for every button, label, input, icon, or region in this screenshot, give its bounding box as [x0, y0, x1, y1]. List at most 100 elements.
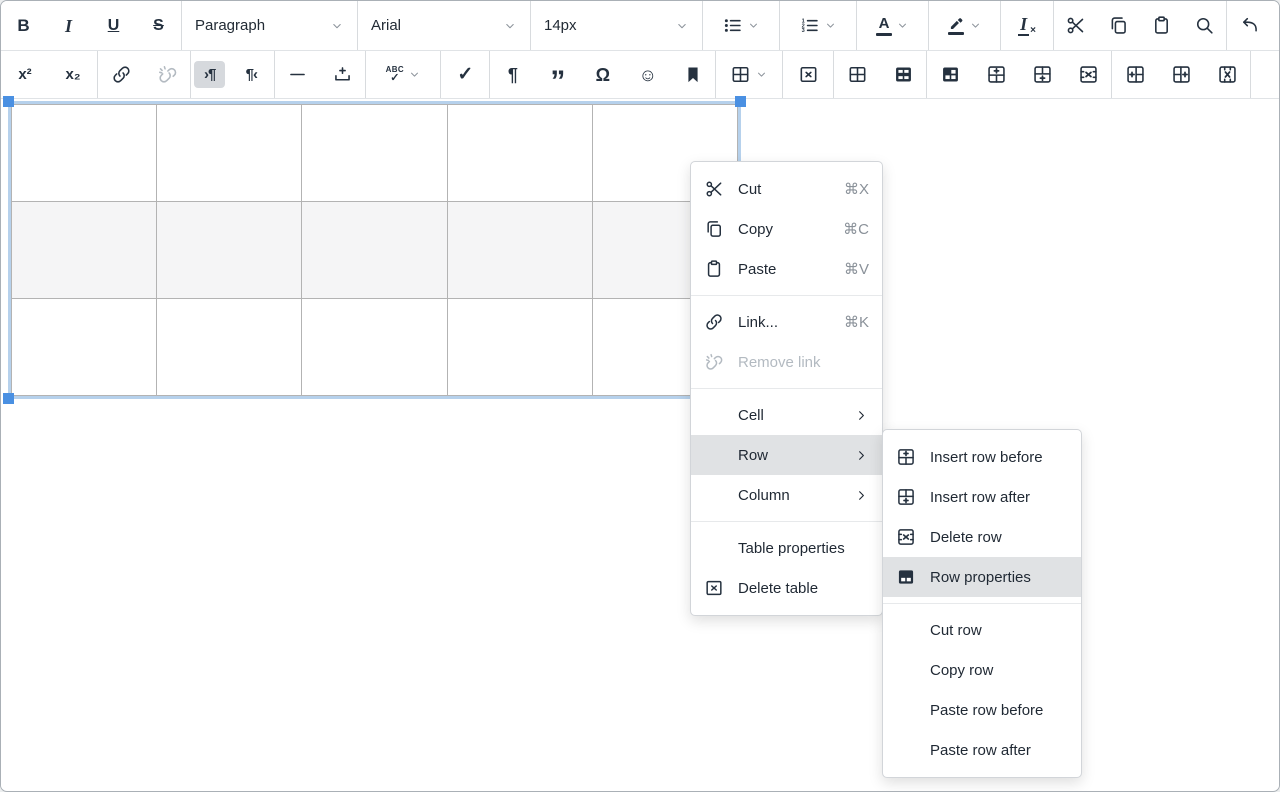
delete-table-button[interactable]: [783, 51, 833, 98]
submenu-item-insert-row-after[interactable]: Insert row after: [883, 477, 1081, 517]
row-properties-icon: [896, 567, 916, 587]
bullet-list-button[interactable]: [703, 1, 779, 50]
chevron-right-icon: [854, 408, 869, 423]
cut-button[interactable]: [1054, 1, 1097, 50]
insert-link-button[interactable]: [98, 51, 144, 98]
menu-item-cut[interactable]: Cut ⌘X: [691, 169, 882, 209]
insert-row-after-icon: [1032, 64, 1053, 85]
anchor-button[interactable]: [670, 51, 715, 98]
text-color-button[interactable]: A: [857, 1, 928, 50]
divider: [1250, 51, 1251, 98]
table-cell[interactable]: [12, 105, 157, 202]
table-cell[interactable]: [447, 202, 592, 299]
menu-item-table-properties[interactable]: Table properties: [691, 528, 882, 568]
submenu-item-cut-row[interactable]: Cut row: [883, 610, 1081, 650]
highlighter-icon: [948, 16, 965, 35]
submenu-item-copy-row[interactable]: Copy row: [883, 650, 1081, 690]
ltr-direction-button[interactable]: ›¶: [194, 61, 225, 88]
insert-column-after-button[interactable]: [1158, 51, 1204, 98]
shortcut: ⌘C: [843, 220, 869, 238]
table-cell[interactable]: [157, 202, 302, 299]
table-row-properties-button[interactable]: [880, 51, 926, 98]
bold-button[interactable]: B: [1, 1, 46, 50]
table-row: [12, 299, 738, 396]
editor-toolbar: B I U S Paragraph Arial 14px: [1, 1, 1279, 99]
insert-column-before-button[interactable]: [1112, 51, 1158, 98]
horizontal-rule-icon: [287, 64, 308, 85]
resize-handle-top-right[interactable]: [735, 96, 746, 107]
submenu-item-row-properties[interactable]: Row properties: [883, 557, 1081, 597]
menu-item-cell[interactable]: Cell: [691, 395, 882, 435]
menu-item-copy[interactable]: Copy ⌘C: [691, 209, 882, 249]
page-break-button[interactable]: [320, 51, 365, 98]
subscript-button[interactable]: x₂: [49, 51, 97, 98]
insert-row-before-icon: [896, 447, 916, 467]
table-cell[interactable]: [447, 299, 592, 396]
font-size-select[interactable]: 14px: [531, 1, 702, 50]
special-character-button[interactable]: Ω: [580, 51, 625, 98]
highlight-color-button[interactable]: [929, 1, 1000, 50]
menu-item-column[interactable]: Column: [691, 475, 882, 515]
editor-content-area[interactable]: Cut ⌘X Copy ⌘C Paste ⌘V Link... ⌘K Re: [1, 99, 1279, 789]
remove-link-button[interactable]: [144, 51, 190, 98]
font-family-value: Arial: [371, 17, 401, 34]
selected-table: [8, 101, 741, 399]
paste-button[interactable]: [1140, 1, 1183, 50]
table-cell[interactable]: [12, 202, 157, 299]
delete-column-icon: [1217, 64, 1238, 85]
table-cell[interactable]: [447, 105, 592, 202]
search-button[interactable]: [1183, 1, 1226, 50]
blockquote-icon: ”: [550, 79, 565, 85]
text-color-icon: A: [876, 16, 892, 36]
horizontal-rule-button[interactable]: [275, 51, 320, 98]
italic-button[interactable]: I: [46, 1, 91, 50]
table-cell[interactable]: [302, 202, 447, 299]
strikethrough-button[interactable]: S: [136, 1, 181, 50]
bold-icon: B: [17, 17, 29, 34]
emoticon-button[interactable]: ☺: [625, 51, 670, 98]
resize-handle-top-left[interactable]: [3, 96, 14, 107]
table-cell[interactable]: [302, 299, 447, 396]
submenu-item-delete-row[interactable]: Delete row: [883, 517, 1081, 557]
unlink-icon: [157, 64, 178, 85]
insert-table-button[interactable]: [716, 51, 782, 98]
undo-button[interactable]: [1227, 1, 1272, 50]
editor-table: [11, 104, 738, 396]
table-cell-properties-button[interactable]: [927, 51, 973, 98]
font-family-select[interactable]: Arial: [358, 1, 530, 50]
numbered-list-button[interactable]: 123: [780, 1, 856, 50]
table-cell[interactable]: [157, 105, 302, 202]
block-format-select[interactable]: Paragraph: [182, 1, 357, 50]
rtl-direction-button[interactable]: ¶‹: [228, 51, 274, 98]
clear-formatting-button[interactable]: I×: [1001, 1, 1053, 50]
resize-handle-bottom-left[interactable]: [3, 393, 14, 404]
menu-item-paste[interactable]: Paste ⌘V: [691, 249, 882, 289]
pilcrow-icon: ¶: [508, 66, 518, 84]
table-cell[interactable]: [12, 299, 157, 396]
spellcheck-button[interactable]: ABC✓: [366, 51, 440, 98]
omega-icon: Ω: [596, 66, 610, 84]
blockquote-button[interactable]: ”: [535, 51, 580, 98]
underline-icon: U: [108, 18, 120, 34]
chevron-down-icon: [503, 19, 517, 33]
menu-item-remove-link[interactable]: Remove link: [691, 342, 882, 382]
delete-row-button[interactable]: [1065, 51, 1111, 98]
menu-item-link[interactable]: Link... ⌘K: [691, 302, 882, 342]
insert-row-before-button[interactable]: [973, 51, 1019, 98]
paragraph-mark-button[interactable]: ¶: [490, 51, 535, 98]
delete-column-button[interactable]: [1204, 51, 1250, 98]
insert-row-after-button[interactable]: [1019, 51, 1065, 98]
table-properties-button[interactable]: [834, 51, 880, 98]
table-cell[interactable]: [157, 299, 302, 396]
svg-text:3: 3: [802, 28, 805, 34]
table-cell[interactable]: [302, 105, 447, 202]
submenu-item-insert-row-before[interactable]: Insert row before: [883, 437, 1081, 477]
superscript-button[interactable]: x²: [1, 51, 49, 98]
submenu-item-paste-row-after[interactable]: Paste row after: [883, 730, 1081, 770]
underline-button[interactable]: U: [91, 1, 136, 50]
menu-item-row[interactable]: Row: [691, 435, 882, 475]
checkmark-button[interactable]: ✓: [441, 51, 489, 98]
submenu-item-paste-row-before[interactable]: Paste row before: [883, 690, 1081, 730]
menu-item-delete-table[interactable]: Delete table: [691, 568, 882, 608]
copy-button[interactable]: [1097, 1, 1140, 50]
